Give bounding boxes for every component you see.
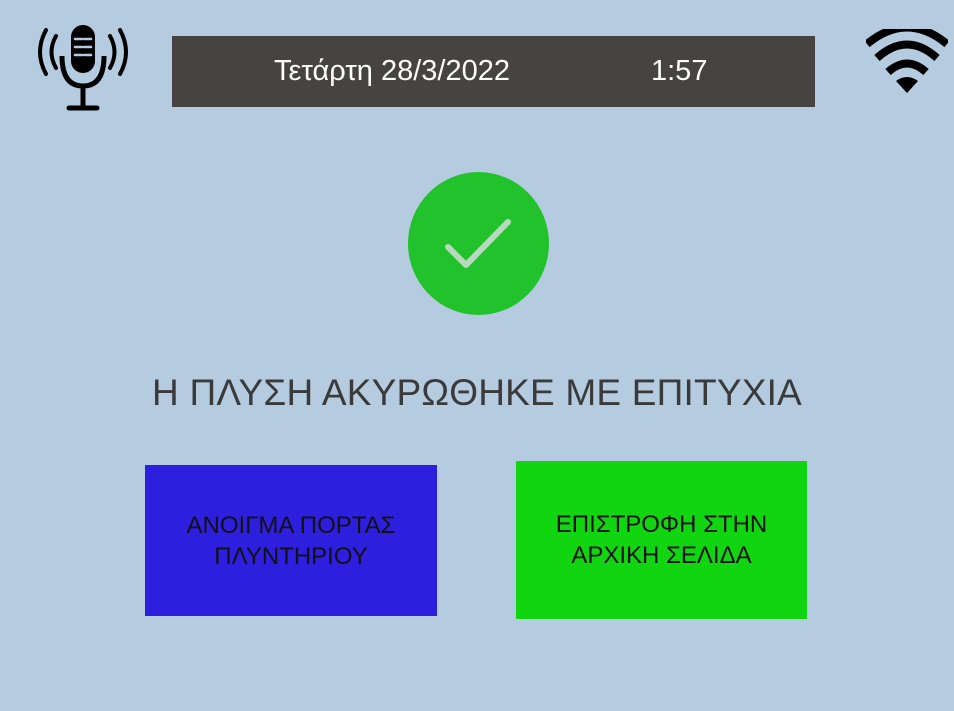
microphone-icon[interactable] [34, 22, 132, 114]
date-time-bar: Τετάρτη 28/3/2022 1:57 [172, 36, 815, 107]
open-door-button[interactable]: ΑΝΟΙΓΜΑ ΠΟΡΤΑΣ ΠΛΥΝΤΗΡΙΟΥ [145, 465, 437, 616]
success-indicator [408, 172, 549, 315]
cancel-success-message: Η ΠΛΥΣΗ ΑΚΥΡΩΘΗΚΕ ΜΕ ΕΠΙΤΥΧΙΑ [152, 372, 802, 413]
wifi-icon [864, 23, 950, 95]
current-date: Τετάρτη 28/3/2022 [274, 55, 511, 87]
return-home-button[interactable]: ΕΠΙΣΤΡΟΦΗ ΣΤΗΝ ΑΡΧΙΚΗ ΣΕΛΙΔΑ [516, 461, 807, 619]
open-door-button-label: ΑΝΟΙΓΜΑ ΠΟΡΤΑΣ ΠΛΥΝΤΗΡΙΟΥ [186, 511, 396, 570]
checkmark-icon [445, 219, 511, 268]
current-time: 1:57 [651, 55, 708, 87]
return-home-button-label: ΕΠΙΣΤΡΟΦΗ ΣΤΗΝ ΑΡΧΙΚΗ ΣΕΛΙΔΑ [555, 511, 768, 569]
